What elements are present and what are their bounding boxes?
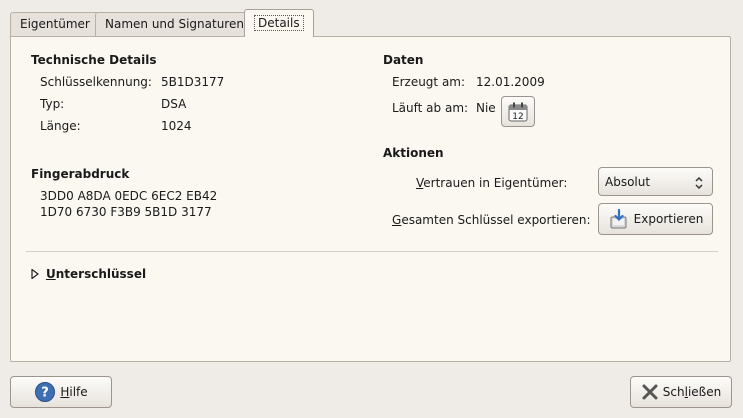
trust-combobox-value: Absolut [605,174,651,189]
close-icon [642,384,658,400]
up-down-arrows-icon [695,176,703,190]
dates-heading: Daten [383,53,424,67]
trust-label: Vertrauen in Eigentümer: [416,176,568,190]
technical-details-heading: Technische Details [31,53,157,67]
subkeys-label: Unterschlüssel [46,267,147,281]
help-button[interactable]: ? Hilfe [10,376,112,408]
export-label: Gesamten Schlüssel exportieren: [392,213,591,227]
expander-arrow-icon [31,269,39,279]
export-button-label: Exportieren [633,212,704,226]
help-button-label: Hilfe [60,385,88,399]
calendar-button[interactable]: 12 [501,96,535,127]
close-button[interactable]: Schließen [630,376,732,408]
length-label: Länge: [40,119,81,133]
type-label: Typ: [40,97,65,111]
expires-value: Nie [476,101,496,115]
key-id-label: Schlüsselkennung: [40,75,152,89]
type-value: DSA [161,97,187,111]
details-panel: Technische Details Schlüsselkennung: 5B1… [10,36,731,362]
created-label: Erzeugt am: [392,75,466,89]
subkeys-expander[interactable]: Unterschlüssel [31,267,146,281]
export-icon [610,208,627,229]
calendar-day-label: 12 [512,112,523,122]
fingerprint-line-2: 1D70 6730 F3B9 5B1D 3177 [40,205,212,219]
length-value: 1024 [161,119,192,133]
tab-label: Namen und Signaturen [105,17,244,31]
created-value: 12.01.2009 [476,75,545,89]
tab-eigentuemer[interactable]: Eigentümer [10,12,100,36]
svg-text:?: ? [42,386,50,401]
separator [26,251,718,252]
export-button[interactable]: Exportieren [598,203,713,235]
tab-label: Details [254,15,304,31]
fingerprint-line-1: 3DD0 A8DA 0EDC 6EC2 EB42 [40,189,218,203]
close-button-label: Schließen [662,385,722,399]
help-icon: ? [35,382,56,402]
key-id-value: 5B1D3177 [161,75,225,89]
tab-details[interactable]: Details [244,9,314,37]
tab-namen-und-signaturen[interactable]: Namen und Signaturen [95,12,254,36]
trust-combobox[interactable]: Absolut [598,167,713,196]
calendar-icon: 12 [508,102,528,122]
expires-label: Läuft ab am: [392,101,469,115]
tab-label: Eigentümer [20,17,90,31]
actions-heading: Aktionen [383,146,444,160]
fingerprint-heading: Fingerabdruck [31,167,130,181]
